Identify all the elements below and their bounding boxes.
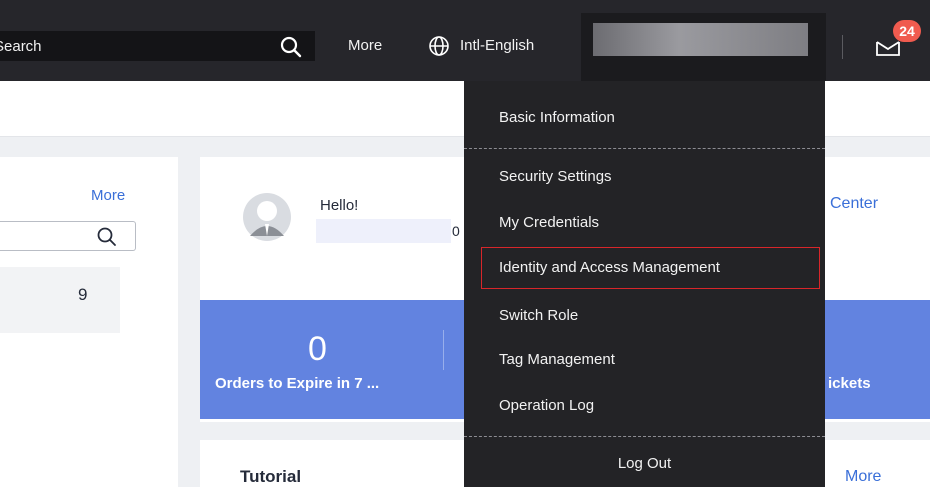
search-icon[interactable] [96,226,118,248]
left-stat-value: 9 [78,285,88,304]
user-account-menu-trigger[interactable] [581,13,826,81]
menu-item-log-out[interactable]: Log Out [464,444,825,484]
tutorial-title: Tutorial [240,467,302,486]
menu-separator [464,436,825,437]
account-id-fragment: 0 [452,223,460,239]
global-search-input[interactable] [0,31,264,61]
menu-item-switch-role[interactable]: Switch Role [464,296,825,336]
greeting-text: Hello! [320,197,359,214]
left-panel-card: More 9 [0,157,178,487]
left-more-link[interactable]: More [91,187,125,204]
left-search-field[interactable] [0,221,136,251]
menu-item-security-settings[interactable]: Security Settings [464,157,825,197]
menu-item-identity-and-access-management[interactable]: Identity and Access Management [481,247,820,289]
global-search [0,31,315,61]
redacted-username [593,23,808,56]
menu-item-basic-information[interactable]: Basic Information [464,98,825,138]
menu-item-operation-log[interactable]: Operation Log [464,386,825,426]
stat-divider [443,330,444,370]
menu-item-my-credentials[interactable]: My Credentials [464,203,825,243]
menu-item-tag-management[interactable]: Tag Management [464,340,825,380]
top-more-link[interactable]: More [348,37,382,54]
mail-count-badge: 24 [893,20,921,42]
center-link[interactable]: Center [830,195,878,213]
language-selector[interactable]: Intl-English [460,37,534,54]
tutorial-more-link[interactable]: More [845,468,881,486]
avatar-icon[interactable] [242,192,292,242]
expiring-orders-label[interactable]: Orders to Expire in 7 ... [215,375,379,392]
top-navigation-bar: More Intl-English 24 [0,0,930,81]
topbar-divider [842,35,843,59]
globe-icon[interactable] [428,35,450,57]
menu-separator [464,148,825,149]
redacted-account-id [316,219,451,243]
account-dropdown-menu: Basic Information Security Settings My C… [464,81,825,487]
tickets-label[interactable]: ickets [828,375,871,392]
search-icon[interactable] [280,36,302,58]
left-stat-box: 9 [0,267,120,333]
expiring-orders-count[interactable]: 0 [308,330,327,369]
